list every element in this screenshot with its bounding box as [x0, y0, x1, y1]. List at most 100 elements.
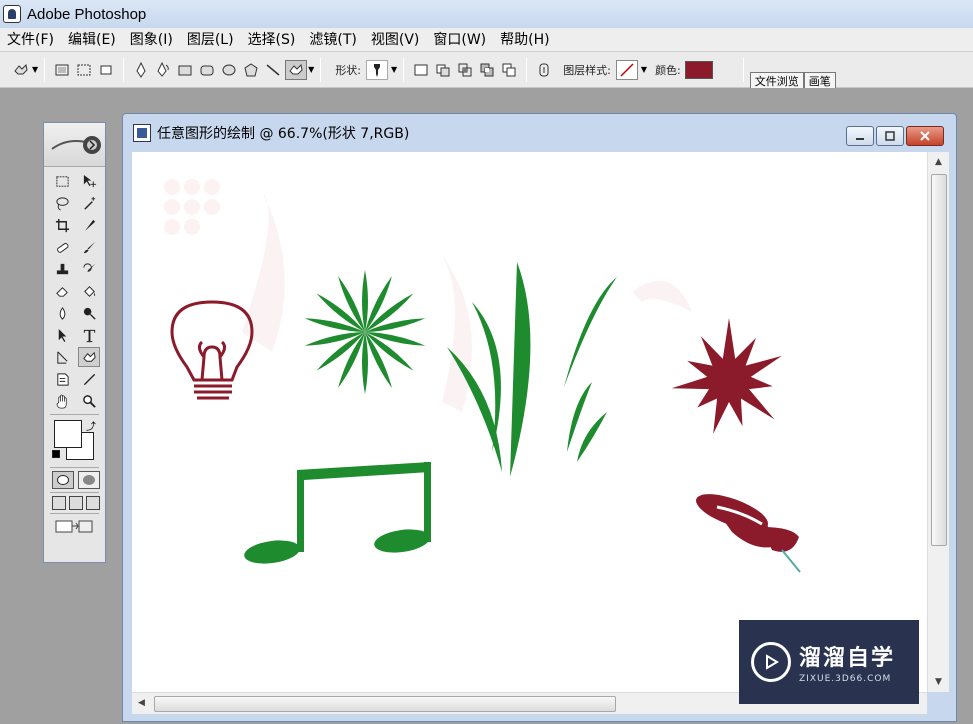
shape-layers-button[interactable] [52, 60, 72, 80]
menu-image[interactable]: 图象(I) [123, 28, 180, 52]
screen-mode-standard[interactable] [52, 496, 66, 510]
crop-tool[interactable] [51, 215, 73, 235]
rounded-rectangle-button[interactable] [197, 60, 217, 80]
history-brush-tool[interactable] [78, 259, 100, 279]
horizontal-scroll-thumb[interactable] [154, 696, 616, 712]
grass-shape[interactable] [447, 262, 617, 477]
clone-stamp-tool[interactable] [51, 259, 73, 279]
chevron-down-icon[interactable]: ▼ [308, 65, 314, 74]
rectangle-icon [178, 65, 192, 75]
jump-to-imageready-button[interactable] [54, 517, 94, 535]
custom-shape-tool-button[interactable] [285, 59, 308, 80]
healing-brush-tool[interactable] [51, 237, 73, 257]
blur-tool[interactable] [51, 303, 73, 323]
document-icon [133, 124, 151, 142]
notes-tool[interactable] [51, 369, 73, 389]
freeform-pen-icon [157, 61, 169, 77]
paint-bucket-tool[interactable] [78, 281, 100, 301]
screen-mode-full[interactable] [86, 496, 100, 510]
intersect-shape-button[interactable] [455, 60, 475, 80]
magic-wand-tool[interactable] [78, 193, 100, 213]
line-tool-button[interactable] [263, 60, 283, 80]
polygon-tool-button[interactable] [241, 60, 261, 80]
path-selection-tool[interactable] [51, 325, 73, 345]
document-canvas[interactable] [132, 152, 927, 692]
exclude-shape-button[interactable] [477, 60, 497, 80]
starburst-shape[interactable] [304, 270, 426, 394]
tab-brushes[interactable]: 画笔 [803, 71, 836, 88]
document-titlebar[interactable]: 任意图形的绘制 @ 66.7%(形状 7,RGB) [123, 114, 956, 152]
menu-select[interactable]: 选择(S) [241, 28, 303, 52]
polygon-icon [244, 62, 258, 76]
dodge-tool[interactable] [78, 303, 100, 323]
custom-shape-icon [14, 63, 28, 74]
lasso-tool[interactable] [51, 193, 73, 213]
move-icon [83, 174, 96, 187]
ellipse-tool-button[interactable] [219, 60, 239, 80]
subtract-shape-button[interactable] [433, 60, 453, 80]
scroll-down-arrow[interactable]: ▼ [935, 677, 942, 687]
paths-button[interactable] [74, 60, 94, 80]
chevron-down-icon[interactable]: ▼ [641, 65, 647, 74]
brush-tool[interactable] [78, 237, 100, 257]
close-button[interactable] [906, 126, 944, 146]
menu-layer[interactable]: 图层(L) [180, 28, 241, 52]
maximize-button[interactable] [876, 126, 904, 146]
layer-style-picker[interactable] [615, 59, 638, 80]
shape-picker[interactable] [366, 59, 389, 80]
pen-tool[interactable] [51, 347, 73, 367]
document-title: 任意图形的绘制 @ 66.7%(形状 7,RGB) [157, 126, 410, 142]
quick-mask-icon [83, 475, 95, 485]
screen-mode-full-menu[interactable] [69, 496, 83, 510]
color-label: 颜色: [655, 63, 681, 77]
link-layer-style-button[interactable] [534, 60, 554, 80]
menu-help[interactable]: 帮助(H) [493, 28, 556, 52]
swap-colors-icon[interactable]: ⤴ [86, 418, 96, 433]
freeform-pen-button[interactable] [153, 60, 173, 80]
minimize-button[interactable] [846, 126, 874, 146]
rectangle-tool-button[interactable] [175, 60, 195, 80]
add-to-shape-area-button[interactable] [411, 60, 431, 80]
chevron-down-icon[interactable]: ▼ [32, 65, 38, 74]
eraser-tool[interactable] [51, 281, 73, 301]
standard-mode-button[interactable] [52, 471, 74, 489]
eyedropper-tool[interactable] [78, 369, 100, 389]
marquee-icon [55, 175, 69, 187]
lightbulb-shape[interactable] [170, 300, 254, 400]
zoom-tool[interactable] [78, 391, 100, 411]
custom-shape-tool[interactable] [78, 347, 100, 367]
more-options-button[interactable] [499, 60, 519, 80]
slice-icon [84, 219, 95, 231]
slice-tool[interactable] [78, 215, 100, 235]
chevron-down-icon[interactable]: ▼ [391, 65, 397, 74]
hand-tool[interactable] [51, 391, 73, 411]
crop-icon [55, 218, 69, 232]
tool-preset-picker[interactable] [11, 60, 31, 80]
tab-file-browser[interactable]: 文件浏览 [749, 71, 804, 88]
options-bar: ▼ ▼ 形状: ▼ 图层样式: ▼ 颜色: 文件浏览 画笔 [0, 52, 973, 88]
custom-shape-icon [289, 63, 303, 74]
subtract-icon [436, 64, 450, 76]
menu-window[interactable]: 窗口(W) [426, 28, 493, 52]
quick-mask-button[interactable] [78, 471, 100, 489]
starburst-petal [362, 332, 368, 394]
spiky-star-shape[interactable] [671, 318, 782, 434]
scroll-left-arrow[interactable]: ◀ [138, 698, 145, 708]
music-note-shape[interactable] [243, 462, 432, 567]
menu-filter[interactable]: 滤镜(T) [302, 28, 363, 52]
fill-pixels-button[interactable] [96, 60, 116, 80]
type-tool[interactable] [78, 325, 100, 345]
marquee-tool[interactable] [51, 171, 73, 191]
scroll-up-arrow[interactable]: ▲ [935, 157, 942, 167]
default-colors-icon[interactable] [52, 450, 60, 458]
pushpin-shape[interactable] [692, 487, 801, 573]
move-tool[interactable] [78, 171, 100, 191]
vertical-scroll-thumb[interactable] [931, 174, 947, 546]
menu-view[interactable]: 视图(V) [364, 28, 427, 52]
menu-file[interactable]: 文件(F) [0, 28, 61, 52]
foreground-color-swatch[interactable] [54, 420, 82, 448]
vertical-scrollbar[interactable]: ▲ ▼ [927, 152, 949, 692]
menu-edit[interactable]: 编辑(E) [61, 28, 123, 52]
pen-tool-button[interactable] [131, 60, 151, 80]
color-swatch[interactable] [684, 60, 713, 79]
